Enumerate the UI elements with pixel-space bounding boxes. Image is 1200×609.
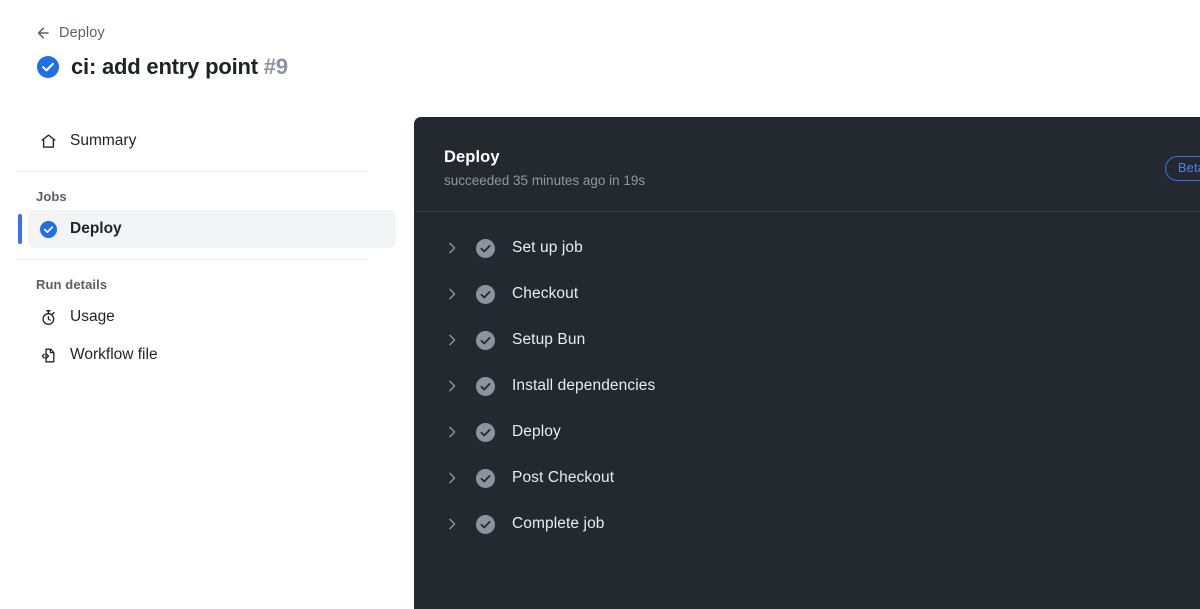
job-step-label: Checkout xyxy=(512,285,579,302)
chevron-right-icon[interactable] xyxy=(444,286,460,302)
check-circle-success-icon xyxy=(40,220,57,238)
sidebar-nav: Summary Jobs Deploy Run details Usage Wo… xyxy=(0,122,414,374)
check-circle-gray-icon xyxy=(476,468,495,488)
sidebar-heading-jobs: Jobs xyxy=(36,189,67,204)
job-steps-list: Set up job Checkout Setup Bun Install depen… xyxy=(414,212,1200,547)
run-number: #9 xyxy=(263,54,288,79)
job-step-label: Deploy xyxy=(512,423,561,440)
job-step-row[interactable]: Install dependencies xyxy=(414,363,1200,409)
chevron-right-icon[interactable] xyxy=(444,424,460,440)
beta-badge: Beta xyxy=(1164,156,1200,181)
back-to-workflow-link[interactable]: Deploy xyxy=(34,23,105,43)
sidebar-heading-run-details: Run details xyxy=(36,277,108,292)
check-circle-gray-icon xyxy=(476,238,495,258)
chevron-right-icon[interactable] xyxy=(444,332,460,348)
job-log-panel: Deploy succeeded 35 minutes ago in 19s B… xyxy=(414,117,1200,609)
back-label: Deploy xyxy=(59,25,105,41)
job-step-label: Set up job xyxy=(512,239,583,256)
sidebar-item-workflow-file[interactable]: Workflow file xyxy=(28,336,396,374)
chevron-right-icon[interactable] xyxy=(444,378,460,394)
sidebar-divider-1 xyxy=(18,171,368,172)
run-title-row: ci: add entry point #9 xyxy=(37,53,288,81)
job-step-row[interactable]: Setup Bun xyxy=(414,317,1200,363)
job-step-label: Install dependencies xyxy=(512,377,656,394)
run-title-text: ci: add entry point xyxy=(71,54,258,79)
page-title: ci: add entry point #9 xyxy=(71,53,288,81)
job-status-text: succeeded 35 minutes ago in 19s xyxy=(444,173,646,188)
sidebar-item-label: Workflow file xyxy=(70,346,158,363)
job-step-row[interactable]: Complete job xyxy=(414,501,1200,547)
job-step-row[interactable]: Set up job xyxy=(414,225,1200,271)
chevron-right-icon[interactable] xyxy=(444,240,460,256)
job-step-row[interactable]: Post Checkout xyxy=(414,455,1200,501)
check-circle-gray-icon xyxy=(476,514,495,534)
check-circle-gray-icon xyxy=(476,376,495,396)
run-sidebar: Deploy ci: add entry point #9 Summary Jo… xyxy=(0,0,414,609)
sidebar-divider-2 xyxy=(18,259,368,260)
chevron-right-icon[interactable] xyxy=(444,470,460,486)
job-step-label: Setup Bun xyxy=(512,331,586,348)
sidebar-item-deploy-job[interactable]: Deploy xyxy=(18,210,396,248)
check-circle-gray-icon xyxy=(476,330,495,350)
arrow-left-icon xyxy=(37,27,49,39)
stopwatch-icon xyxy=(42,309,55,325)
job-step-row[interactable]: Deploy xyxy=(414,409,1200,455)
job-log-header: Deploy succeeded 35 minutes ago in 19s B… xyxy=(414,117,1200,211)
sidebar-item-label: Summary xyxy=(70,132,137,149)
check-circle-success-icon xyxy=(37,56,59,78)
check-circle-gray-icon xyxy=(476,422,495,442)
sidebar-item-summary[interactable]: Summary xyxy=(28,122,396,160)
sidebar-item-label: Deploy xyxy=(70,220,122,237)
home-icon xyxy=(41,133,56,148)
job-step-label: Complete job xyxy=(512,515,605,532)
job-step-row[interactable]: Checkout xyxy=(414,271,1200,317)
chevron-right-icon[interactable] xyxy=(444,516,460,532)
file-code-icon xyxy=(41,348,55,362)
sidebar-item-usage[interactable]: Usage xyxy=(28,298,396,336)
sidebar-item-label: Usage xyxy=(70,308,115,325)
job-step-label: Post Checkout xyxy=(512,469,615,486)
workflow-run-page: Deploy ci: add entry point #9 Summary Jo… xyxy=(0,0,1200,609)
check-circle-gray-icon xyxy=(476,284,495,304)
job-title: Deploy xyxy=(444,148,500,166)
